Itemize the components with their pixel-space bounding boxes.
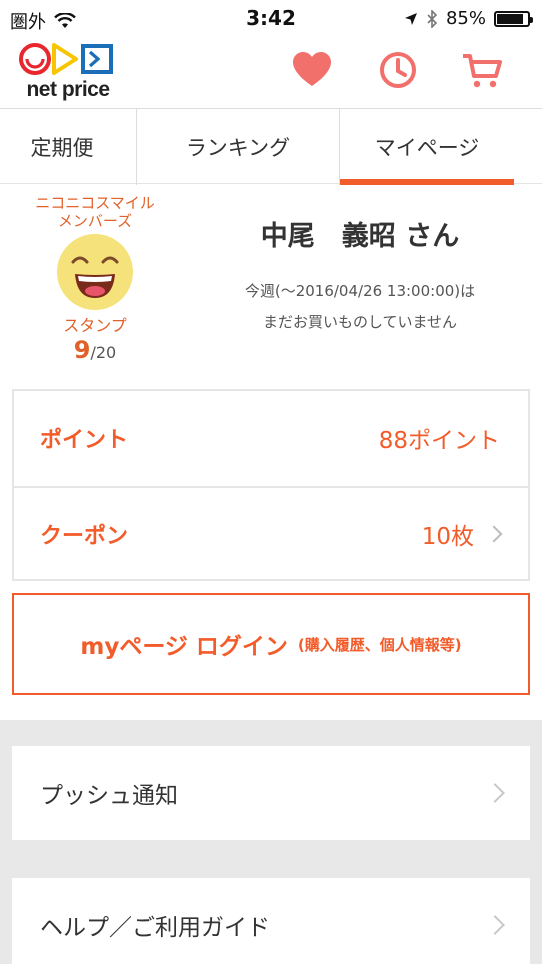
menu-item-label: ヘルプ／ご利用ガイド xyxy=(40,915,270,941)
profile-section: ニコニコスマイル メンバーズ スタンプ 9/20 中尾 義昭 さん 今週(〜20… xyxy=(0,184,542,384)
location-arrow-icon xyxy=(404,12,417,25)
logo-mark-icon xyxy=(19,43,113,75)
tab-label: 定期便 xyxy=(30,136,94,160)
chevron-right-icon xyxy=(485,783,505,803)
bluetooth-icon xyxy=(427,9,438,28)
tab-mypage[interactable]: マイページ xyxy=(339,109,514,185)
stamp-count-total: /20 xyxy=(90,343,117,362)
status-right: 85% xyxy=(404,8,533,29)
login-button-sub: (購入履歴、個人情報等) xyxy=(297,635,462,654)
cart-icon[interactable] xyxy=(460,48,504,92)
weekly-purchase-status: 今週(〜2016/04/26 13:00:00)は まだお買いものしていません xyxy=(244,282,476,331)
heart-icon[interactable] xyxy=(290,48,334,92)
stamp-label: スタンプ xyxy=(63,316,127,335)
points-label: ポイント xyxy=(40,428,129,453)
coupon-value: 10枚 xyxy=(421,524,474,550)
points-value: 88ポイント xyxy=(378,428,500,454)
tab-label: マイページ xyxy=(374,136,480,160)
battery-percent: 85% xyxy=(445,8,486,29)
login-button-label: myページ ログイン xyxy=(80,634,288,660)
smile-members-title: ニコニコスマイル メンバーズ xyxy=(35,194,155,230)
menu-item-label: プッシュ通知 xyxy=(40,783,178,809)
tab-label: ランキング xyxy=(185,136,291,160)
menu-item-help-guide[interactable]: ヘルプ／ご利用ガイド xyxy=(12,878,530,964)
points-coupon-card: ポイント 88ポイント クーポン 10枚 xyxy=(12,389,530,581)
chevron-right-icon xyxy=(485,525,503,543)
battery-icon xyxy=(494,10,533,27)
coupon-label: クーポン xyxy=(40,524,129,549)
smile-face-icon[interactable] xyxy=(55,232,135,312)
stamp-count-value: 9 xyxy=(73,336,91,364)
mypage-login-button[interactable]: myページ ログイン (購入履歴、個人情報等) xyxy=(12,593,530,695)
tab-ranking[interactable]: ランキング xyxy=(136,109,339,185)
tab-teikibin[interactable]: 定期便 xyxy=(0,109,136,185)
stamp-count: 9/20 xyxy=(20,336,170,364)
status-bar: 圏外 3:42 85% xyxy=(0,0,542,36)
app-header: net price xyxy=(0,36,542,108)
settings-menu-area: プッシュ通知 ヘルプ／ご利用ガイド xyxy=(0,720,542,964)
clock-icon[interactable] xyxy=(376,48,420,92)
menu-item-push-notification[interactable]: プッシュ通知 xyxy=(12,746,530,840)
chevron-right-icon xyxy=(485,915,505,935)
tab-bar: 定期便 ランキング マイページ xyxy=(0,108,542,185)
coupon-row[interactable]: クーポン 10枚 xyxy=(14,486,528,580)
logo-text: net price xyxy=(26,78,110,101)
points-row[interactable]: ポイント 88ポイント xyxy=(14,391,528,485)
user-name: 中尾 義昭 さん xyxy=(260,221,460,252)
netprice-logo[interactable]: net price xyxy=(18,42,118,104)
